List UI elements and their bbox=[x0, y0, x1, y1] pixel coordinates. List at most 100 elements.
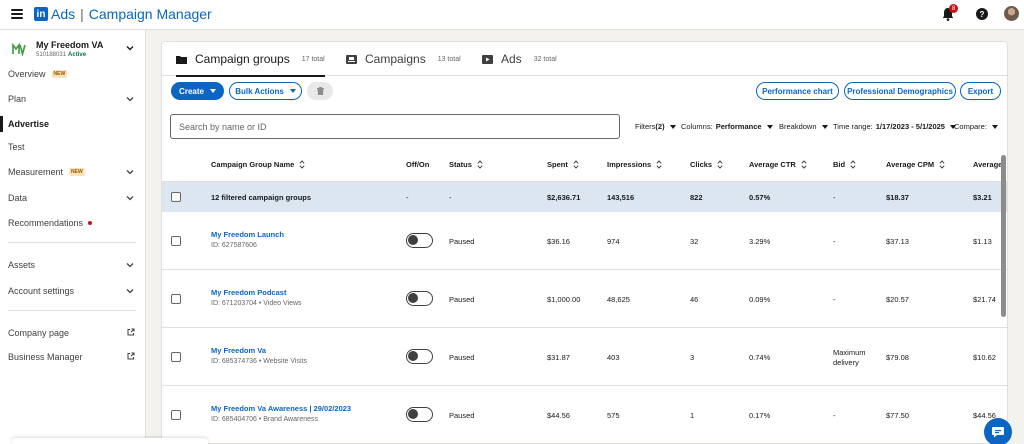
sort-icon bbox=[717, 160, 723, 169]
column-header-spent[interactable]: Spent bbox=[547, 160, 579, 169]
row-checkbox[interactable] bbox=[171, 236, 181, 246]
alert-dot-icon bbox=[88, 221, 93, 225]
row-checkbox[interactable] bbox=[171, 294, 181, 304]
sidebar-item-overview[interactable]: Overview NEW bbox=[0, 64, 146, 84]
sidebar-item-label: Account settings bbox=[8, 286, 75, 296]
sort-icon bbox=[850, 160, 856, 169]
bid-value-line1: Maximum bbox=[833, 348, 866, 357]
sidebar-item-business-manager[interactable]: Business Manager bbox=[0, 347, 146, 367]
status-toggle[interactable] bbox=[406, 291, 433, 306]
messaging-bar[interactable] bbox=[12, 438, 208, 444]
export-button[interactable]: Export bbox=[960, 82, 1001, 100]
average-value: $21.74 bbox=[973, 295, 996, 304]
summary-cpm: $18.37 bbox=[886, 193, 909, 202]
brand-ads: Ads bbox=[51, 6, 76, 22]
header-label: Impressions bbox=[607, 160, 652, 169]
help-icon[interactable]: ? bbox=[976, 8, 988, 20]
sort-icon bbox=[801, 160, 807, 169]
column-header-average[interactable]: Average bbox=[973, 160, 1002, 169]
create-button[interactable]: Create bbox=[171, 82, 224, 100]
professional-demographics-button[interactable]: Professional Demographics bbox=[844, 82, 956, 100]
vertical-scrollbar[interactable] bbox=[1001, 155, 1006, 317]
filters-dropdown[interactable]: Filters (2) bbox=[635, 122, 676, 131]
sidebar-item-measurement[interactable]: Measurement NEW bbox=[0, 162, 146, 182]
top-bar: in Ads | Campaign Manager 8 ? bbox=[0, 0, 1024, 30]
status-text: Paused bbox=[449, 295, 475, 304]
cpm-value: $79.08 bbox=[886, 353, 909, 362]
chevron-down-icon[interactable] bbox=[126, 44, 134, 52]
ctr-value: 3.29% bbox=[749, 237, 771, 246]
new-badge: NEW bbox=[51, 70, 68, 78]
caret-down-icon bbox=[669, 124, 676, 129]
header-label: Campaign Group Name bbox=[211, 160, 295, 169]
status-toggle[interactable] bbox=[406, 349, 433, 364]
column-header-name[interactable]: Campaign Group Name bbox=[211, 160, 305, 169]
tab-count: 32 total bbox=[533, 55, 557, 63]
column-header-bid[interactable]: Bid bbox=[833, 160, 856, 169]
bulk-actions-button[interactable]: Bulk Actions bbox=[229, 82, 302, 100]
chevron-down-icon bbox=[126, 263, 134, 268]
row-checkbox[interactable] bbox=[171, 410, 181, 420]
sidebar-item-assets[interactable]: Assets bbox=[0, 255, 146, 275]
summary-bid: - bbox=[833, 193, 836, 202]
time-range-dropdown[interactable]: Time range: 1/17/2023 - 5/1/2025 bbox=[833, 122, 956, 131]
menu-icon[interactable] bbox=[11, 9, 23, 19]
campaign-group-id: ID: 671203704 • Video Views bbox=[211, 300, 302, 307]
header-label: Spent bbox=[547, 160, 568, 169]
impressions-value: 974 bbox=[607, 237, 620, 246]
cpm-value: $77.50 bbox=[886, 411, 909, 420]
sidebar-item-label: Business Manager bbox=[8, 352, 83, 362]
column-header-impressions[interactable]: Impressions bbox=[607, 160, 662, 169]
column-header-cpm[interactable]: Average CPM bbox=[886, 160, 945, 169]
avatar[interactable] bbox=[1004, 6, 1019, 21]
sidebar-item-data[interactable]: Data bbox=[0, 188, 146, 208]
sidebar-item-test[interactable]: Test bbox=[0, 137, 146, 157]
performance-chart-button[interactable]: Performance chart bbox=[756, 82, 839, 100]
sidebar-item-label: Plan bbox=[8, 94, 27, 104]
summary-average: $3.21 bbox=[973, 193, 992, 202]
campaign-group-id: ID: 685404706 • Brand Awareness bbox=[211, 416, 319, 423]
column-header-ctr[interactable]: Average CTR bbox=[749, 160, 807, 169]
sidebar-item-plan[interactable]: Plan bbox=[0, 89, 146, 109]
header-label: Status bbox=[449, 160, 472, 169]
sidebar-item-recommendations[interactable]: Recommendations bbox=[0, 213, 146, 233]
tab-campaigns[interactable]: Campaigns 13 total bbox=[346, 42, 461, 76]
campaign-group-id: ID: 627587606 bbox=[211, 242, 257, 249]
campaign-group-id: ID: 685374736 • Website Visits bbox=[211, 358, 307, 365]
compare-dropdown[interactable]: Compare: bbox=[954, 122, 998, 131]
tab-ads[interactable]: Ads 32 total bbox=[482, 42, 557, 76]
account-status: Active bbox=[68, 52, 87, 58]
bulk-actions-label: Bulk Actions bbox=[235, 86, 284, 96]
tab-campaign-groups[interactable]: Campaign groups 17 total bbox=[176, 42, 325, 77]
chat-icon[interactable] bbox=[984, 418, 1012, 444]
summary-clicks: 822 bbox=[690, 193, 703, 202]
brand[interactable]: in Ads | Campaign Manager bbox=[34, 6, 212, 22]
delete-button[interactable] bbox=[307, 82, 333, 100]
chevron-down-icon bbox=[126, 289, 134, 294]
tab-label: Campaign groups bbox=[195, 52, 290, 66]
sidebar-item-company-page[interactable]: Company page bbox=[0, 323, 146, 343]
trash-icon bbox=[316, 87, 324, 95]
columns-dropdown[interactable]: Columns: Performance bbox=[681, 122, 773, 131]
campaign-group-name-link[interactable]: My Freedom Va Awareness | 29/02/2023 bbox=[211, 404, 351, 413]
column-header-status[interactable]: Status bbox=[449, 160, 483, 169]
breakdown-dropdown[interactable]: Breakdown bbox=[779, 122, 828, 131]
status-toggle[interactable] bbox=[406, 233, 433, 248]
campaign-group-name-link[interactable]: My Freedom Va bbox=[211, 346, 266, 355]
status-toggle[interactable] bbox=[406, 407, 433, 422]
sidebar-item-advertise[interactable]: Advertise bbox=[0, 114, 146, 134]
ad-icon bbox=[482, 54, 493, 64]
account-name: My Freedom VA bbox=[36, 40, 104, 50]
sort-icon bbox=[477, 160, 483, 169]
search-input[interactable] bbox=[170, 114, 620, 139]
caret-down-icon bbox=[766, 124, 773, 129]
select-all-checkbox[interactable] bbox=[171, 192, 181, 202]
table-header: Campaign Group Name Off/On Status Spent … bbox=[162, 147, 1007, 182]
campaign-group-name-link[interactable]: My Freedom Podcast bbox=[211, 288, 286, 297]
column-header-clicks[interactable]: Clicks bbox=[690, 160, 723, 169]
chevron-down-icon bbox=[126, 170, 134, 175]
campaign-group-name-link[interactable]: My Freedom Launch bbox=[211, 230, 284, 239]
row-checkbox[interactable] bbox=[171, 352, 181, 362]
sidebar-item-account-settings[interactable]: Account settings bbox=[0, 281, 146, 301]
account-switcher[interactable]: My Freedom VA 510188031 Active bbox=[0, 34, 146, 62]
